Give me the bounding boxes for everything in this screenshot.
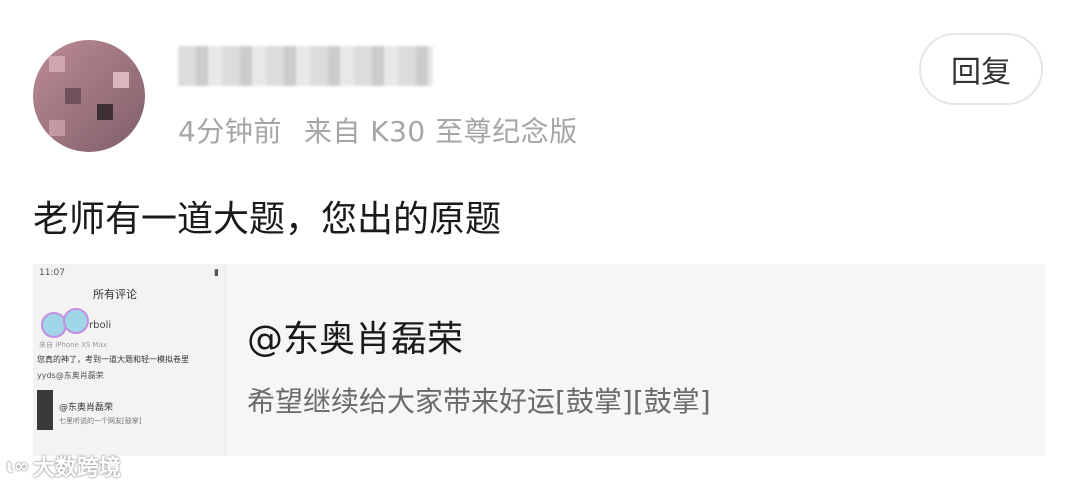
avatar-pixel <box>65 88 81 104</box>
post-source: 来自 K30 至尊纪念版 <box>303 115 578 148</box>
thumbnail-reply: 七里听说的一个网友[鼓掌] <box>59 417 142 425</box>
avatar-pixel <box>49 120 65 136</box>
thumbnail-avatar <box>37 390 53 430</box>
quoted-text: 希望继续给大家带来好运[鼓掌][鼓掌] <box>247 385 711 418</box>
post-meta: 4分钟前 来自 K30 至尊纪念版 <box>178 110 600 150</box>
quoted-title[interactable]: @东奥肖磊荣 <box>247 310 463 362</box>
thumbnail-status-time: 11:07 <box>39 268 65 278</box>
quoted-card[interactable]: 11:07 ▮ 所有评论 rboli 来自 iPhone XS Max 您真的神… <box>33 264 1045 456</box>
thumbnail-line1: 您真的神了，考到一道大题和轻一模拟卷里 <box>37 355 189 364</box>
thumbnail-mention: @东奥肖磊荣 <box>59 403 114 413</box>
username-blurred[interactable] <box>178 46 433 86</box>
comment-text: 老师有一道大题，您出的原题 <box>33 199 502 240</box>
avatar-pixel <box>81 56 97 72</box>
watermark-text: 大数跨境 <box>32 456 121 481</box>
battery-icon: ▮ <box>214 268 219 278</box>
thumbnail-line2: yyds@东奥肖磊荣 <box>37 371 104 380</box>
sticker-icon <box>63 308 89 334</box>
avatar[interactable] <box>33 40 145 152</box>
watermark-logo-icon: ɩ∞ <box>6 455 29 477</box>
thumbnail-user: rboli <box>89 320 112 331</box>
reply-button[interactable]: 回复 <box>919 33 1043 105</box>
time-ago: 4分钟前 <box>178 115 282 148</box>
thumbnail-title: 所有评论 <box>93 288 137 301</box>
thumbnail-device: 来自 iPhone XS Max <box>39 341 108 349</box>
watermark: ɩ∞ 大数跨境 <box>6 450 121 482</box>
avatar-pixel <box>97 104 113 120</box>
avatar-pixel <box>113 72 129 88</box>
avatar-pixel <box>49 56 65 72</box>
quoted-thumbnail[interactable]: 11:07 ▮ 所有评论 rboli 来自 iPhone XS Max 您真的神… <box>33 264 226 456</box>
